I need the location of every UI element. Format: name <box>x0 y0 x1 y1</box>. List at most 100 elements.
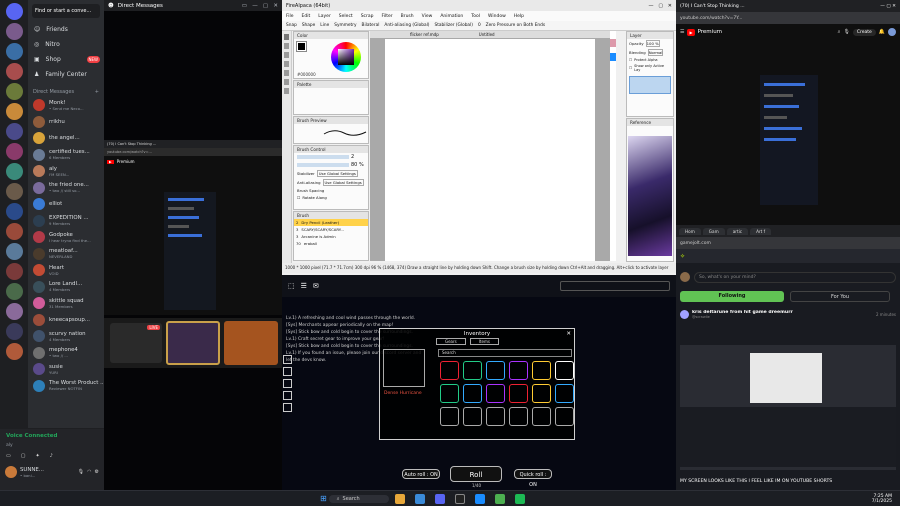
menu-item[interactable]: File <box>286 14 294 19</box>
dm-item[interactable]: susie YURI <box>28 361 104 378</box>
activity-icon[interactable]: ✦ <box>35 453 39 459</box>
dm-item[interactable]: meatloaf... NEVERLAND <box>28 246 104 263</box>
clock[interactable]: 7:25 AM 7/1/2025 <box>872 494 892 504</box>
nav-family-center[interactable]: ♟ Family Center <box>28 67 104 82</box>
stabilizer-select[interactable]: Use Global Settings <box>316 170 358 177</box>
participant-tile[interactable] <box>224 321 278 365</box>
dm-item[interactable]: the fried one... • two // still so... <box>28 180 104 197</box>
browser-tab[interactable]: (70) I Can't Stop Thinking ... — ▢ ✕ <box>676 0 900 12</box>
dm-item[interactable]: mephone4 • two // ... <box>28 345 104 362</box>
address-bar[interactable]: gamejolt.com <box>676 237 900 249</box>
menu-item[interactable]: Tool <box>471 14 480 19</box>
layer-opacity[interactable]: 100 % <box>645 40 660 47</box>
server-icon[interactable] <box>5 283 23 300</box>
menu-item[interactable]: Edit <box>302 14 311 19</box>
inventory-slot[interactable] <box>532 407 551 426</box>
rotate-checkbox[interactable]: ☐ <box>297 195 300 200</box>
nav-nitro[interactable]: ◎ Nitro <box>28 37 104 52</box>
server-icon[interactable] <box>5 343 23 360</box>
lasso-tool-icon[interactable] <box>284 79 289 85</box>
tool-option[interactable]: Stabilizer (Global) <box>434 23 472 28</box>
browser-tab[interactable]: Hom <box>679 227 701 235</box>
inventory-slot[interactable] <box>486 407 505 426</box>
discord-icon[interactable] <box>434 493 445 504</box>
dm-search-input[interactable]: Find or start a conve... <box>32 4 100 18</box>
window-controls[interactable]: — ▢ ✕ <box>649 3 672 9</box>
tab-following[interactable]: Following <box>680 291 784 302</box>
mic-icon[interactable]: 🎙 <box>78 469 84 475</box>
doc-tab[interactable]: flicker ref.mdp <box>410 32 439 37</box>
spotify-icon[interactable] <box>514 493 525 504</box>
chat-icon[interactable]: ✉ <box>313 282 319 290</box>
dm-item[interactable]: Lore LandI... 4 Members <box>28 279 104 296</box>
color-square[interactable] <box>338 49 354 65</box>
inventory-slot[interactable] <box>440 407 459 426</box>
tool-option[interactable]: Symmetry <box>334 23 356 28</box>
inventory-slot[interactable] <box>532 384 551 403</box>
menu-button[interactable] <box>283 403 292 412</box>
tab-for-you[interactable]: For You <box>790 291 890 302</box>
nav-shop[interactable]: ▣ Shop NEW <box>28 52 104 67</box>
inventory-slot[interactable] <box>532 361 551 380</box>
window-controls[interactable]: ▭ — ▢ ✕ <box>242 3 278 9</box>
inventory-slot[interactable] <box>463 361 482 380</box>
server-icon[interactable] <box>5 243 23 260</box>
inventory-slot[interactable] <box>440 361 459 380</box>
tool-option[interactable]: Shape <box>302 23 315 28</box>
dm-item[interactable]: the angel... <box>28 130 104 147</box>
blending-select[interactable]: Normal <box>647 49 664 56</box>
tool-option[interactable]: Anti-aliasing (Global) <box>384 23 429 28</box>
gamejolt-logo-icon[interactable]: ✧ <box>680 253 685 260</box>
server-icon[interactable] <box>5 63 23 80</box>
inventory-slot[interactable] <box>463 384 482 403</box>
nav-friends[interactable]: ☺ Friends <box>28 22 104 37</box>
doc-tab[interactable]: Untitled <box>479 32 495 37</box>
roll-button[interactable]: Roll <box>450 466 502 482</box>
quick-roll-button[interactable]: Quick roll : ON <box>514 469 552 488</box>
menu-item[interactable]: Scrap <box>361 14 374 19</box>
inventory-slot[interactable] <box>440 384 459 403</box>
file-explorer-icon[interactable] <box>394 493 405 504</box>
menu-item[interactable]: View <box>422 14 433 19</box>
menu-item[interactable]: Layer <box>318 14 331 19</box>
server-icon[interactable] <box>5 183 23 200</box>
search-icon[interactable]: ⌕ <box>838 29 841 35</box>
mic-icon[interactable]: 🎙 <box>843 29 849 35</box>
participant-tile[interactable]: LIVE <box>110 323 162 363</box>
server-icon[interactable] <box>5 323 23 340</box>
avatar[interactable] <box>888 28 896 36</box>
inventory-slot[interactable] <box>486 384 505 403</box>
opacity-slider[interactable] <box>297 163 349 167</box>
camera-icon[interactable]: ▭ <box>6 453 11 459</box>
text-tool-icon[interactable] <box>284 88 289 94</box>
inventory-slot[interactable] <box>486 361 505 380</box>
window-controls[interactable]: — ▢ ✕ <box>880 4 896 9</box>
server-icon[interactable] <box>5 223 23 240</box>
dm-home-icon[interactable] <box>5 3 23 20</box>
menu-item[interactable]: Help <box>514 14 524 19</box>
firealpaca-icon[interactable] <box>474 493 485 504</box>
menu-button[interactable] <box>283 367 292 376</box>
select-tool-icon[interactable] <box>284 70 289 76</box>
menu-item[interactable]: Filter <box>381 14 392 19</box>
dm-item[interactable]: EXPEDITION ... 9 Members <box>28 213 104 230</box>
notifications-icon[interactable]: 🔔 <box>879 29 885 35</box>
screen-share-icon[interactable]: ▢ <box>21 453 26 459</box>
auto-roll-button[interactable]: Auto roll : ON <box>402 469 440 479</box>
brush-item[interactable]: 3 Arcanine is Admin <box>294 233 368 240</box>
dm-item[interactable]: scurvy nation 4 Members <box>28 328 104 345</box>
server-icon[interactable] <box>5 23 23 40</box>
menu-item[interactable]: Select <box>339 14 353 19</box>
server-icon[interactable] <box>5 263 23 280</box>
inventory-slot[interactable] <box>555 407 574 426</box>
dm-item[interactable]: kneecapsoup... <box>28 312 104 329</box>
inventory-slot[interactable] <box>509 361 528 380</box>
menu-button[interactable] <box>283 379 292 388</box>
add-dm-button[interactable]: + <box>95 89 99 95</box>
dm-item[interactable]: certified tues... 6 Members <box>28 147 104 164</box>
dm-item[interactable]: rrikhu <box>28 114 104 131</box>
menu-item[interactable]: Brush <box>401 14 414 19</box>
server-icon[interactable] <box>5 163 23 180</box>
inventory-search[interactable]: Search <box>438 349 572 357</box>
close-icon[interactable]: ✕ <box>566 331 571 337</box>
